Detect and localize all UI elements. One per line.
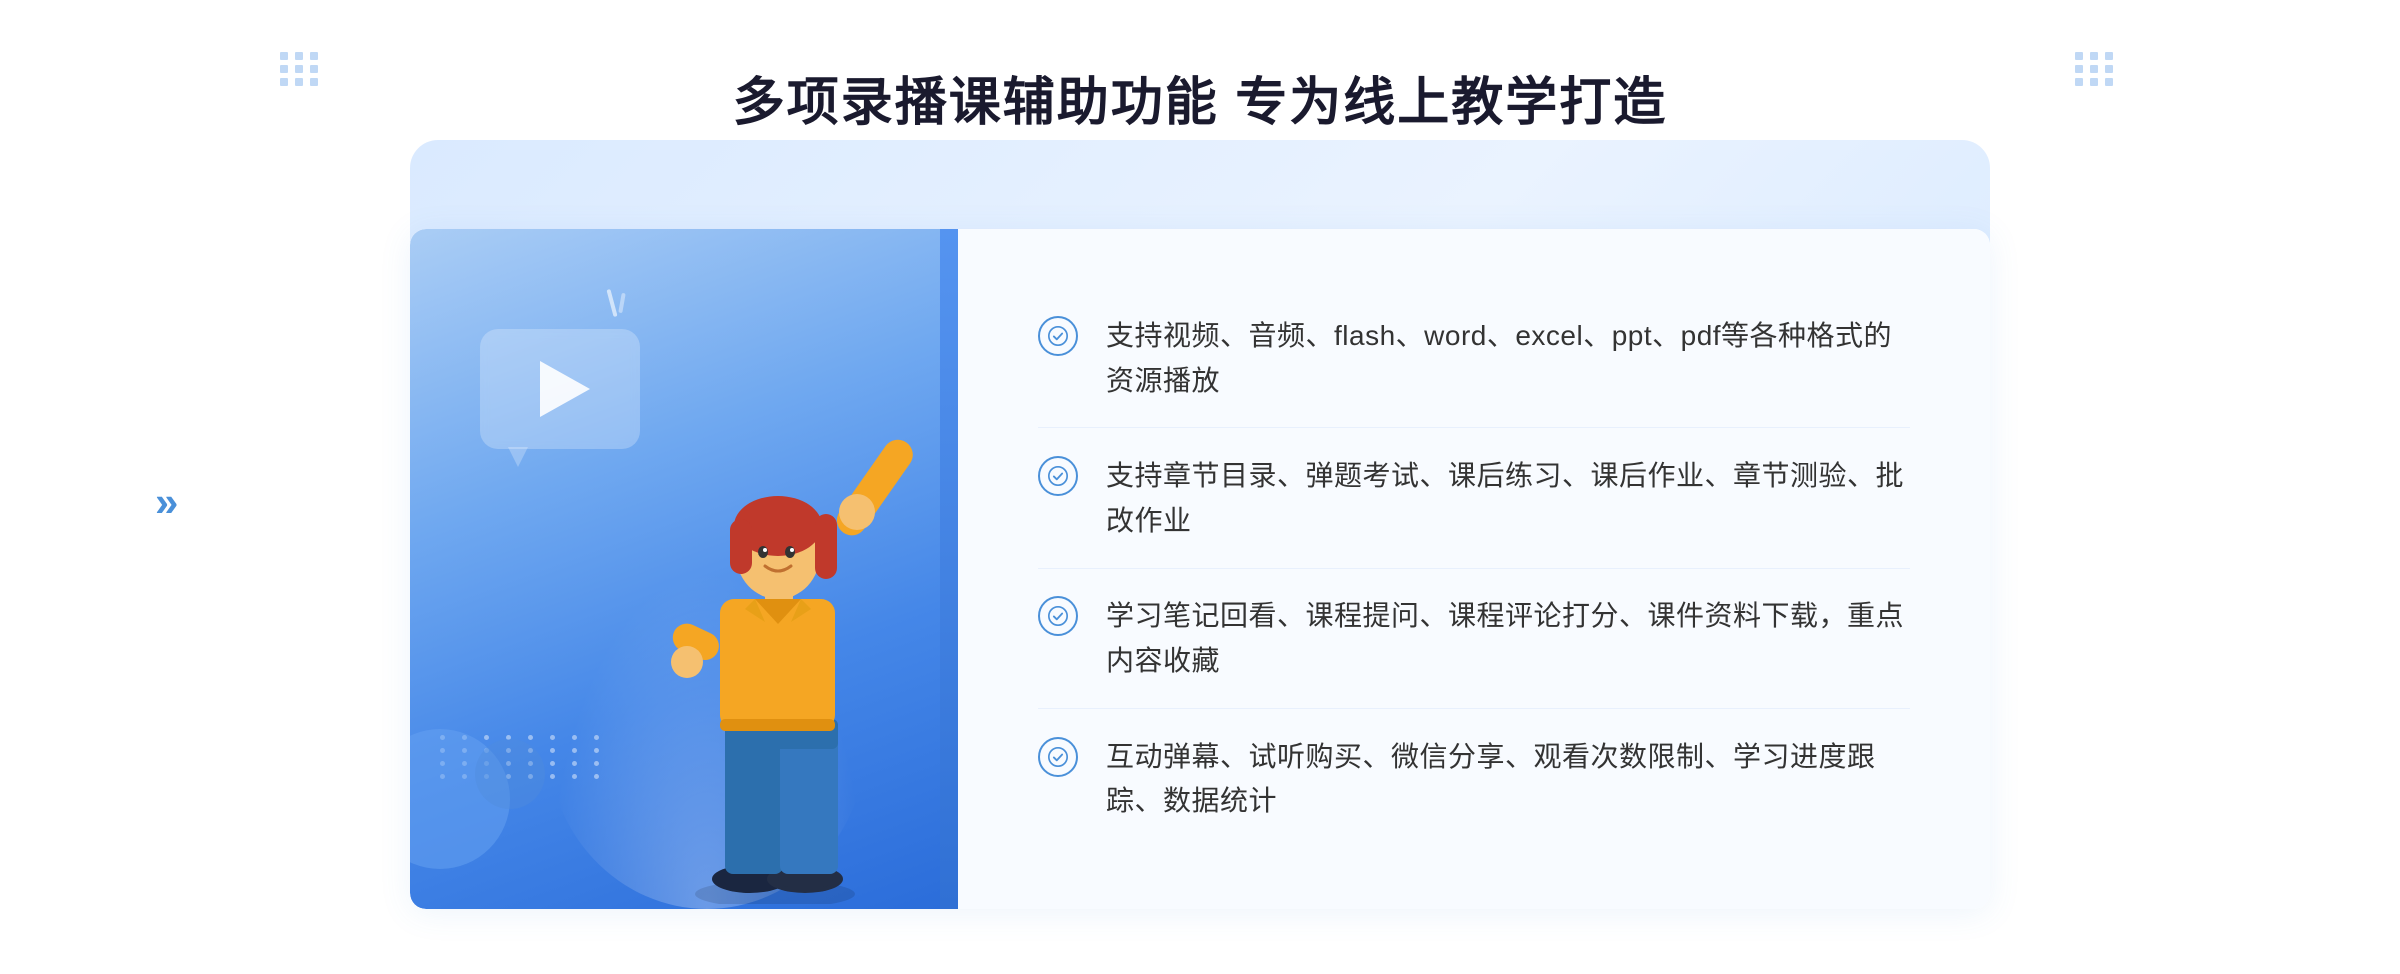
character-illustration (615, 424, 915, 909)
feature-item-1: 支持视频、音频、flash、word、excel、ppt、pdf等各种格式的资源… (1038, 290, 1910, 429)
left-arrow-decoration: » (155, 480, 178, 522)
check-icon-3 (1038, 596, 1078, 636)
feature-item-4: 互动弹幕、试听购买、微信分享、观看次数限制、学习进度跟踪、数据统计 (1038, 711, 1910, 849)
page-title: 多项录播课辅助功能 专为线上教学打造 (200, 60, 2200, 135)
features-panel: 支持视频、音频、flash、word、excel、ppt、pdf等各种格式的资源… (958, 229, 1990, 909)
feature-item-3: 学习笔记回看、课程提问、课程评论打分、课件资料下载，重点内容收藏 (1038, 570, 1910, 709)
feature-text-1: 支持视频、音频、flash、word、excel、ppt、pdf等各种格式的资源… (1106, 314, 1910, 404)
check-icon-1 (1038, 316, 1078, 356)
illustration-panel (410, 229, 940, 909)
check-icon-2 (1038, 456, 1078, 496)
feature-text-3: 学习笔记回看、课程提问、课程评论打分、课件资料下载，重点内容收藏 (1106, 594, 1910, 684)
feature-item-2: 支持章节目录、弹题考试、课后练习、课后作业、章节测验、批改作业 (1038, 430, 1910, 569)
feature-text-2: 支持章节目录、弹题考试、课后练习、课后作业、章节测验、批改作业 (1106, 454, 1910, 544)
check-icon-4 (1038, 737, 1078, 777)
play-icon (540, 361, 590, 417)
circle-decoration-2 (475, 739, 545, 809)
accent-bar (940, 229, 958, 909)
light-rays (610, 289, 624, 317)
feature-text-4: 互动弹幕、试听购买、微信分享、观看次数限制、学习进度跟踪、数据统计 (1106, 735, 1910, 825)
